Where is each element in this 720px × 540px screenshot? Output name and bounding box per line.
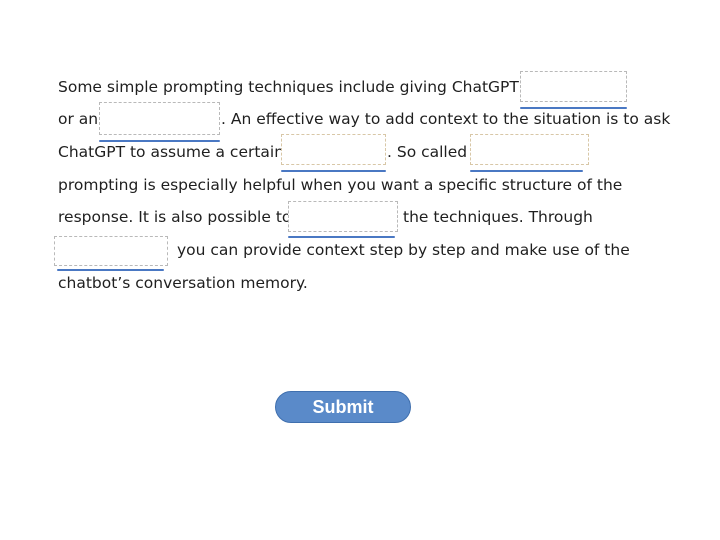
- exercise-text-line-6: you can provide context step by step and…: [177, 241, 630, 259]
- blank-3[interactable]: [281, 134, 386, 165]
- submit-button[interactable]: Submit: [275, 391, 411, 423]
- exercise-text-line-3a: ChatGPT to assume a certain: [58, 143, 285, 161]
- blank-3-underline: [281, 170, 386, 172]
- blank-1[interactable]: [520, 71, 627, 102]
- exercise-text-line-5b: the techniques. Through: [403, 208, 593, 226]
- exercise-text-line-1: Some simple prompting techniques include…: [58, 78, 534, 96]
- blank-2[interactable]: [99, 102, 220, 135]
- exercise-text-line-5a: response. It is also possible to: [58, 208, 292, 226]
- exercise-text-line-2a: or an: [58, 110, 99, 128]
- blank-4[interactable]: [470, 134, 589, 165]
- blank-6[interactable]: [54, 236, 168, 266]
- exercise-text-line-2b: . An effective way to add context to the…: [221, 110, 671, 128]
- blank-6-underline: [57, 269, 164, 271]
- exercise-text-line-3b: . So called: [387, 143, 468, 161]
- exercise-text-line-7: chatbot’s conversation memory.: [58, 274, 308, 292]
- exercise-text-line-4: prompting is especially helpful when you…: [58, 176, 623, 194]
- blank-4-underline: [470, 170, 583, 172]
- blank-5-underline: [288, 236, 395, 238]
- blank-5[interactable]: [288, 201, 398, 232]
